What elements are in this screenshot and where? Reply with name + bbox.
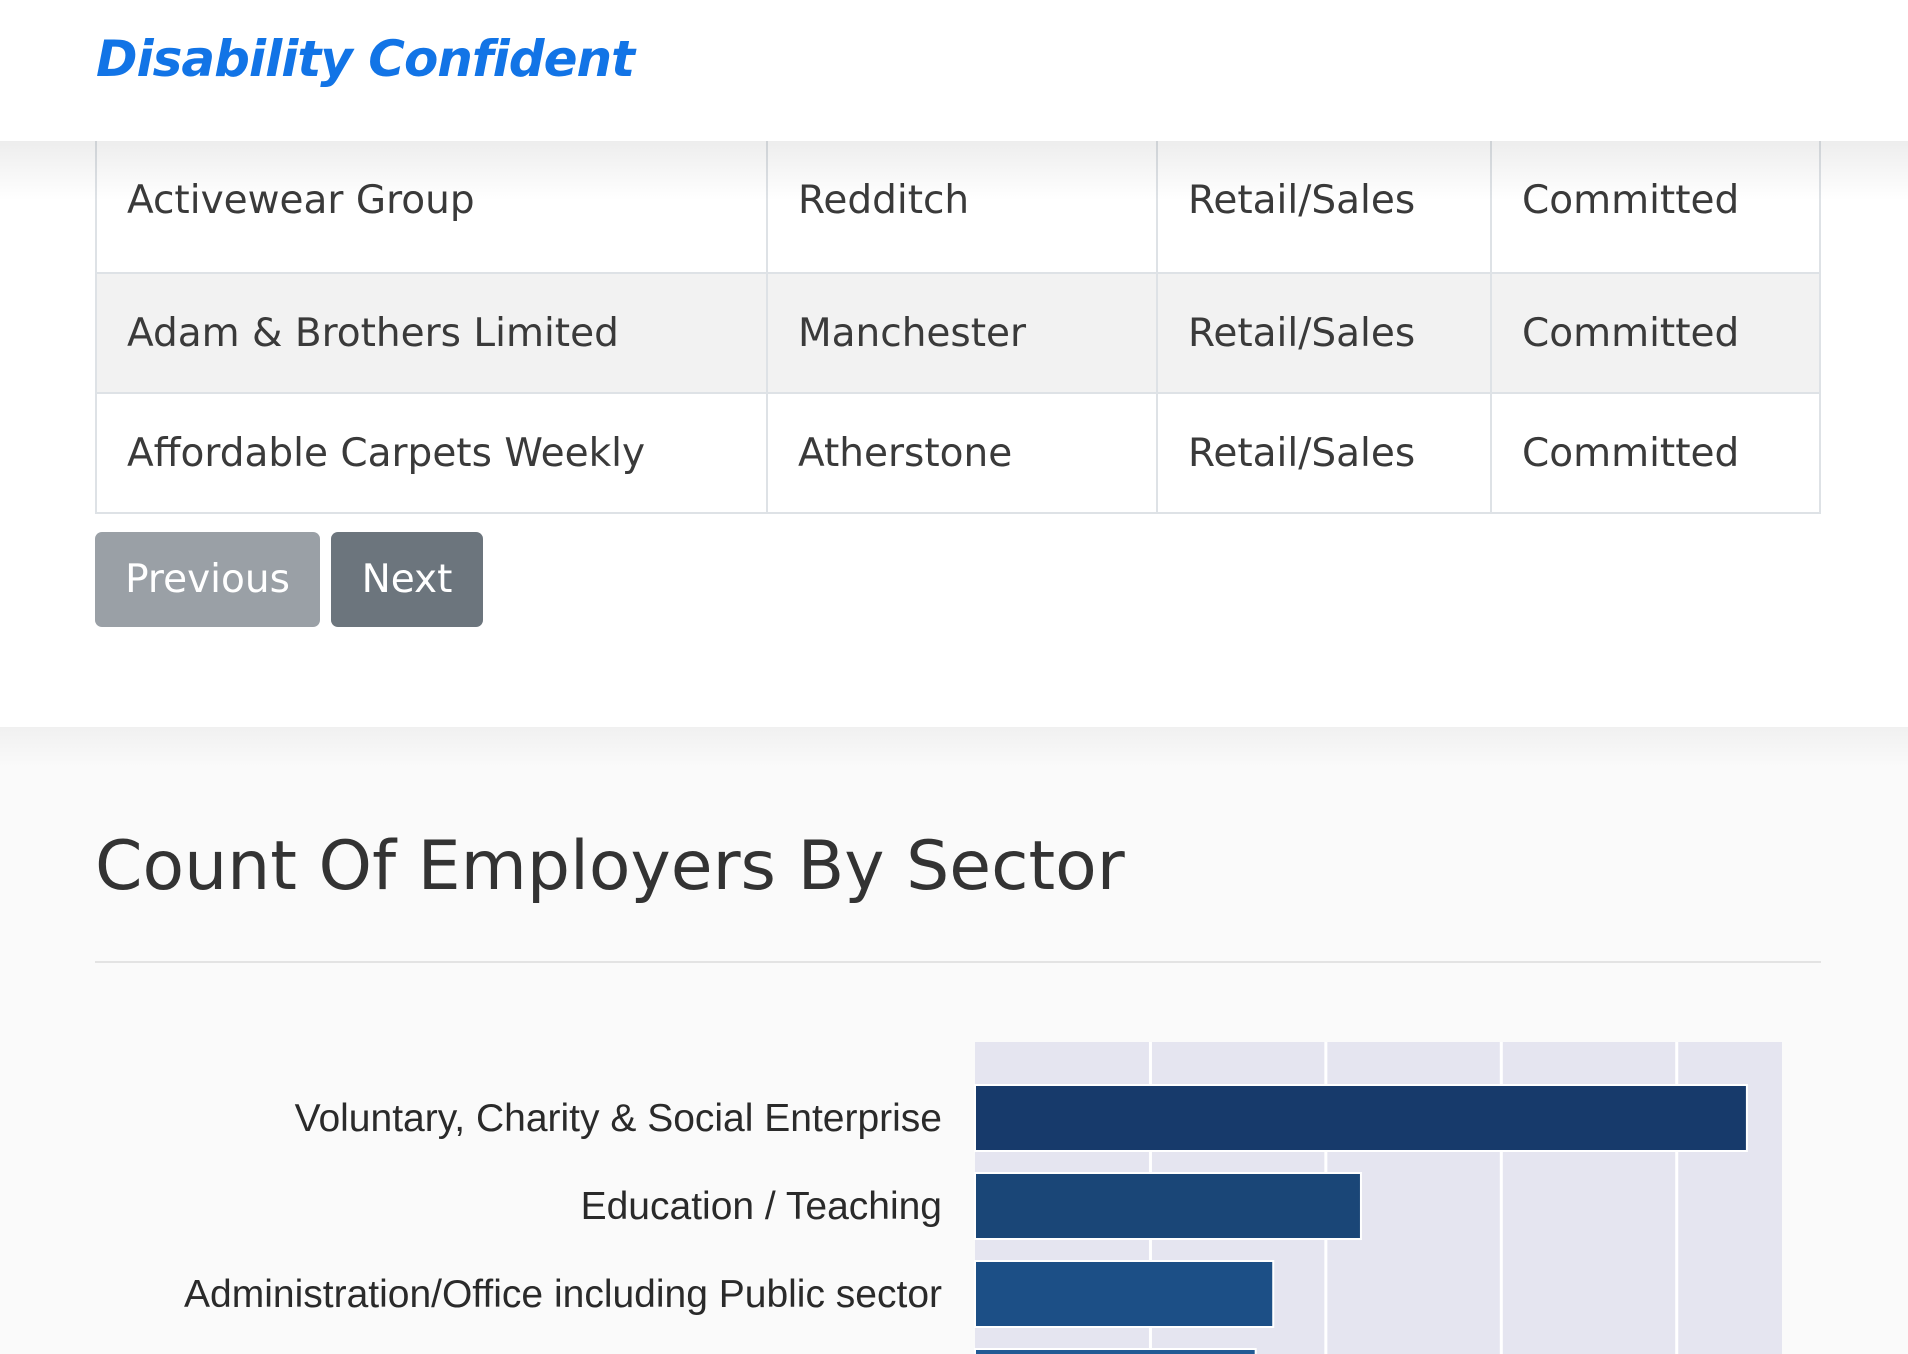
bar-0[interactable]: [974, 1084, 1748, 1152]
previous-button[interactable]: Previous: [95, 532, 320, 627]
employer-level-cell: Committed: [1490, 272, 1821, 394]
navbar: Disability Confident: [0, 0, 1908, 141]
sector-bar-chart: Voluntary, Charity & Social Enterprise Ed…: [184, 1042, 1782, 1354]
employer-sector-cell: Retail/Sales: [1156, 392, 1492, 514]
employer-name-cell: Affordable Carpets Weekly: [95, 392, 768, 514]
section-divider-shadow: [0, 727, 1908, 767]
next-button[interactable]: Next: [331, 532, 483, 627]
category-label: Education / Teaching: [581, 1185, 942, 1228]
brand-logo-link[interactable]: Disability Confident: [96, 30, 635, 88]
category-label: Administration/Office including Public s…: [184, 1273, 942, 1316]
employer-level-cell: Committed: [1490, 392, 1821, 514]
table-row: Affordable Carpets Weekly Atherstone Ret…: [95, 392, 1821, 514]
section-divider: [95, 961, 1821, 963]
table-row: Adam & Brothers Limited Manchester Retai…: [95, 272, 1821, 394]
employer-location-cell: Manchester: [766, 272, 1158, 394]
section-title: Count Of Employers By Sector: [95, 827, 1125, 906]
bar-2[interactable]: [974, 1260, 1275, 1328]
employer-sector-cell: Retail/Sales: [1156, 272, 1492, 394]
category-label: Voluntary, Charity & Social Enterprise: [295, 1097, 942, 1140]
employers-table: Activewear Group Redditch Retail/Sales C…: [95, 100, 1821, 514]
employer-name-cell: Adam & Brothers Limited: [95, 272, 768, 394]
bar-1[interactable]: [974, 1172, 1362, 1240]
bar-3[interactable]: [974, 1348, 1257, 1354]
employer-location-cell: Atherstone: [766, 392, 1158, 514]
